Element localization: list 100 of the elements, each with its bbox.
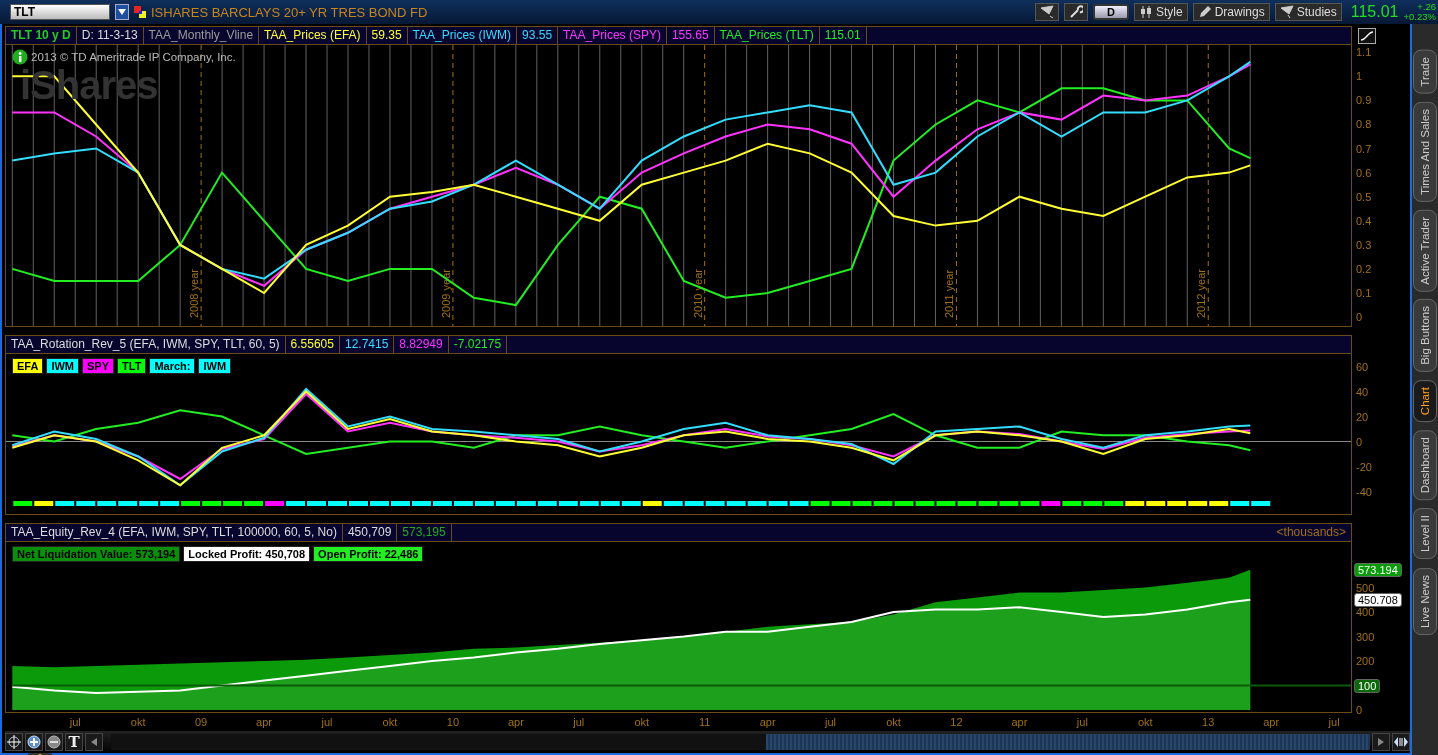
wrench-icon	[1069, 5, 1084, 19]
axis-tick-label: 09	[195, 716, 208, 728]
axis-tick-label: apr	[1263, 716, 1280, 728]
axis-tick-label: 0.5	[1356, 190, 1372, 203]
side-tab[interactable]: Live News	[1413, 567, 1437, 635]
axis-tick-label: 0.7	[1356, 142, 1372, 155]
wedge-icon	[1040, 5, 1055, 19]
last-price: 115.01	[1350, 3, 1399, 21]
crosshair-button[interactable]	[5, 733, 23, 751]
wedge-button[interactable]	[1035, 3, 1060, 21]
side-tab[interactable]: Active Trader	[1413, 209, 1437, 292]
scrollbar[interactable]	[111, 734, 1370, 750]
crosshair-icon	[7, 735, 21, 749]
legend-label: TLT	[117, 358, 147, 374]
toolbar-button[interactable]: Drawings	[1192, 3, 1270, 21]
study-label: 115.01	[819, 27, 867, 44]
axis-tick-label: 0.3	[1356, 238, 1372, 251]
axis-tick-label: -40	[1356, 485, 1372, 498]
study-label: 8.82949	[394, 336, 449, 353]
symbol-description: ISHARES BARCLAYS 20+ YR TRES BOND FD	[151, 4, 428, 20]
chart-style-button[interactable]	[1358, 27, 1376, 44]
axis-tick-label: 0.8	[1356, 118, 1372, 131]
side-tab[interactable]: Trade	[1413, 50, 1437, 94]
year-label: 2011 year	[943, 269, 956, 318]
year-label: 2008 year	[188, 269, 201, 318]
unit-label: <thousands>	[1275, 524, 1347, 541]
axis-tick-label: 20	[1356, 410, 1369, 423]
wedge-icon	[1279, 5, 1294, 19]
aggregation-button[interactable]: D	[1093, 4, 1129, 20]
value-badge: 450.708	[1354, 592, 1402, 607]
axis-tick-label: jul	[825, 716, 837, 728]
axis-tick-label: 0	[1356, 311, 1363, 324]
axis-tick-label: 40	[1356, 385, 1369, 398]
zoom-handle-button[interactable]	[1392, 733, 1410, 751]
curve-icon	[1360, 29, 1374, 42]
study-label: D: 11-3-13	[76, 27, 144, 44]
axis-tick-label: 11	[698, 716, 711, 728]
axis-tick-label: 0	[1356, 704, 1363, 717]
dropdown-button[interactable]	[115, 4, 129, 20]
axis-tick-label: -20	[1356, 460, 1372, 473]
side-tab[interactable]: Dashboard	[1413, 430, 1437, 501]
side-tab[interactable]: Chart	[1413, 380, 1437, 423]
study-label: 12.7415	[339, 336, 395, 353]
settings-button[interactable]	[1064, 3, 1089, 21]
legend-label: EFA	[12, 358, 44, 374]
study-label: 450,709	[342, 524, 398, 541]
axis-tick-label: apr	[256, 716, 272, 728]
zoom-in-icon	[27, 735, 41, 749]
study-label: 59.35	[366, 27, 408, 44]
axis-tick-label: okt	[382, 716, 398, 728]
linked-squares-icon	[134, 6, 146, 18]
double-arrow-icon	[1394, 736, 1408, 748]
axis-tick-label: 300	[1356, 630, 1375, 643]
price-change: +.26	[1417, 2, 1436, 12]
axis-tick-label: 0.1	[1356, 287, 1372, 299]
toolbar-button[interactable]: Style	[1134, 3, 1188, 21]
study-label: TAA_Prices (IWM)	[407, 27, 518, 44]
axis-tick-label: 0.2	[1356, 262, 1372, 275]
axis-tick-label: jul	[573, 716, 585, 728]
axis-tick-label: jul	[69, 716, 81, 728]
caret-icon	[117, 7, 127, 17]
toolbar-button[interactable]: Studies	[1274, 3, 1342, 21]
axis-tick-label: 1	[1356, 70, 1363, 83]
legend-label: March:	[149, 358, 196, 374]
legend-label: Net Liquidation Value: 573,194	[12, 546, 181, 562]
axis-tick-label: okt	[886, 716, 901, 728]
study-label: TAA_Monthly_Vline	[143, 27, 260, 44]
axis-tick-label: jul	[321, 716, 333, 728]
info-icon	[12, 49, 28, 65]
side-tab[interactable]: Big Buttons	[1413, 299, 1437, 373]
zoom-in-button[interactable]	[25, 733, 43, 751]
zoom-out-icon	[47, 735, 61, 749]
side-tab[interactable]: Level II	[1413, 508, 1437, 560]
axis-tick-label: okt	[1137, 716, 1153, 728]
axis-tick-label: 400	[1356, 606, 1375, 619]
axis-tick-label: 12	[950, 716, 963, 728]
axis-tick-label: 200	[1356, 655, 1375, 668]
axis-tick-label: 500	[1356, 581, 1375, 594]
study-label: 6.55605	[285, 336, 340, 353]
axis-tick-label: okt	[634, 716, 650, 728]
axis-tick-label: 13	[1202, 716, 1215, 728]
legend-label: SPY	[82, 358, 115, 374]
study-label: TAA_Prices (TLT)	[714, 27, 820, 44]
scrollbar-thumb[interactable]	[765, 734, 1370, 750]
axis-tick-label: 0.4	[1356, 214, 1372, 227]
axis-tick-label: apr	[759, 716, 776, 728]
text-tool-button[interactable]: T	[65, 733, 83, 751]
copyright-text: 2013 © TD Ameritrade IP Company, Inc.	[31, 51, 236, 63]
axis-tick-label: apr	[507, 716, 524, 728]
side-tab[interactable]: Times And Sales	[1413, 101, 1437, 202]
legend-label: IWM	[46, 358, 79, 374]
symbol-field[interactable]: TLT	[10, 4, 110, 20]
study-label: TLT 10 y D	[6, 27, 77, 44]
zoom-out-button[interactable]	[45, 733, 63, 751]
scroll-left-button[interactable]	[85, 733, 103, 751]
axis-tick-label: jul	[1328, 716, 1340, 728]
study-label: 93.55	[517, 27, 559, 44]
candlestick-icon	[1139, 5, 1153, 19]
study-label: TAA_Prices (EFA)	[259, 27, 367, 44]
scroll-right-button[interactable]	[1372, 733, 1390, 751]
